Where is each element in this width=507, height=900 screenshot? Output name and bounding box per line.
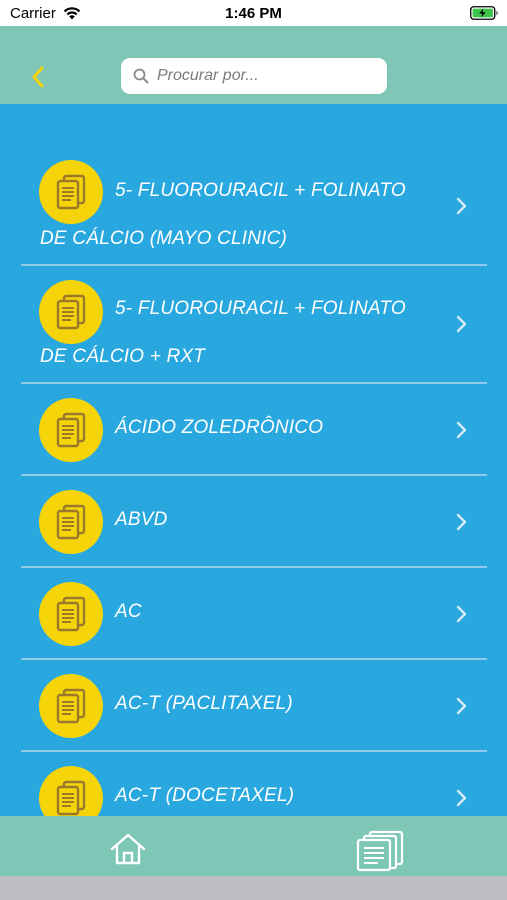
item-label: ABVD [115,509,168,530]
list-item[interactable]: ABVD [21,476,487,568]
search-bar[interactable] [121,58,387,94]
item-label-line2: DE CÁLCIO (MAYO CLINIC) [40,228,288,249]
list-item[interactable]: ÁCIDO ZOLEDRÔNICO [21,384,487,476]
documents-icon [39,280,103,344]
chevron-left-icon [32,66,44,88]
documents-icon [39,674,103,738]
chevron-right-icon [456,697,467,715]
status-bar: Carrier 1:46 PM [0,0,507,26]
item-label-line1: 5- FLUOROURACIL + FOLINATO [115,180,406,201]
tab-bar [0,816,507,876]
list-item[interactable]: 5- FLUOROURACIL + FOLINATO DE CÁLCIO (MA… [21,104,487,266]
chevron-right-icon [456,421,467,439]
chevron-right-icon [456,605,467,623]
chevron-right-icon [456,197,467,215]
battery-charging-icon [470,6,498,20]
home-icon[interactable] [108,832,148,866]
documents-icon [39,582,103,646]
item-label: ÁCIDO ZOLEDRÔNICO [115,417,324,438]
documents-icon[interactable] [354,830,406,872]
item-label-line1: 5- FLUOROURACIL + FOLINATO [115,298,406,319]
back-button[interactable] [24,62,52,92]
search-icon [133,68,149,84]
chevron-right-icon [456,789,467,807]
documents-icon [39,490,103,554]
documents-icon [39,766,103,816]
home-indicator-area [0,876,507,900]
list-item[interactable]: AC-T (PACLITAXEL) [21,660,487,752]
item-label: AC-T (PACLITAXEL) [115,693,293,714]
header [0,26,507,104]
documents-icon [39,160,103,224]
item-label: AC-T (DOCETAXEL) [115,785,295,806]
search-input[interactable] [157,67,372,85]
documents-icon [39,398,103,462]
list-item[interactable]: AC [21,568,487,660]
status-time: 1:46 PM [225,5,282,22]
chevron-right-icon [456,513,467,531]
item-label: AC [115,601,142,622]
list-item[interactable]: AC-T (DOCETAXEL) [21,752,487,816]
item-label-line2: DE CÁLCIO + RXT [40,346,206,367]
protocol-list: 5- FLUOROURACIL + FOLINATO DE CÁLCIO (MA… [0,104,507,816]
chevron-right-icon [456,315,467,333]
list-item[interactable]: 5- FLUOROURACIL + FOLINATO DE CÁLCIO + R… [21,266,487,384]
